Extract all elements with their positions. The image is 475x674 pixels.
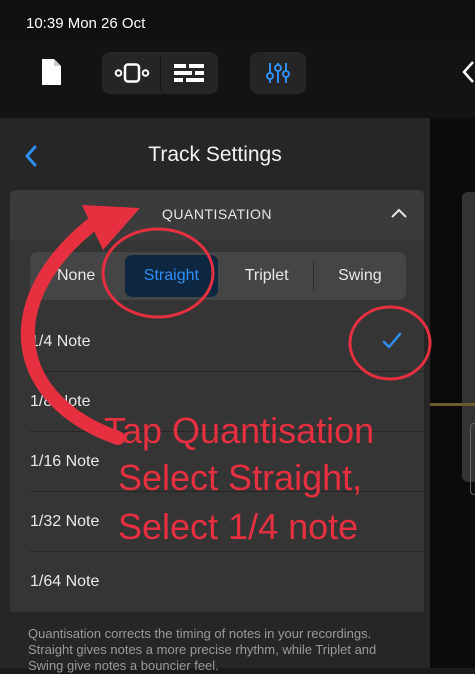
segment-swing[interactable]: Swing bbox=[314, 252, 406, 300]
note-label: 1/32 Note bbox=[30, 513, 100, 530]
view-toggle-group bbox=[102, 52, 218, 94]
note-row-sixtyfourth[interactable]: 1/64 Note bbox=[10, 552, 424, 612]
loop-browser-icon[interactable] bbox=[114, 63, 150, 83]
page-title: Track Settings bbox=[148, 143, 282, 166]
panel-header: Track Settings bbox=[0, 118, 430, 188]
toolbar bbox=[0, 40, 475, 118]
note-label: 1/8 Note bbox=[30, 393, 91, 410]
quantisation-footer: Quantisation corrects the timing of note… bbox=[0, 612, 430, 673]
chevron-up-icon[interactable] bbox=[390, 207, 408, 219]
note-label: 1/16 Note bbox=[30, 453, 100, 470]
annotation-line-3: Select 1/4 note bbox=[118, 506, 359, 547]
annotation-line-1: Tap Quantisation bbox=[104, 410, 375, 451]
status-bar: 10:39 Mon 26 Oct bbox=[0, 0, 475, 40]
annotation-line-2: Select Straight, bbox=[118, 457, 363, 498]
chevron-left-icon[interactable] bbox=[461, 60, 475, 84]
tracks-area bbox=[430, 118, 475, 668]
track-control bbox=[470, 423, 475, 495]
note-label: 1/64 Note bbox=[30, 573, 100, 590]
document-icon[interactable] bbox=[40, 58, 62, 86]
note-row-quarter[interactable]: 1/4 Note bbox=[10, 312, 424, 372]
footer-description: Quantisation corrects the timing of note… bbox=[28, 626, 377, 673]
segment-none[interactable]: None bbox=[30, 252, 122, 300]
segment-straight[interactable]: Straight bbox=[125, 255, 218, 297]
mixer-button[interactable] bbox=[250, 52, 306, 94]
toolbar-divider bbox=[160, 56, 161, 90]
segment-triplet[interactable]: Triplet bbox=[221, 252, 313, 300]
quantisation-header[interactable]: QUANTISATION bbox=[10, 190, 424, 240]
tracks-view-icon[interactable] bbox=[174, 64, 204, 82]
track-settings-panel: Track Settings QUANTISATION None Straigh… bbox=[0, 118, 430, 668]
section-title: QUANTISATION bbox=[162, 206, 272, 222]
mixer-sliders-icon bbox=[266, 63, 290, 83]
playhead-line bbox=[430, 403, 475, 406]
status-time: 10:39 Mon 26 Oct bbox=[26, 15, 146, 32]
checkmark-icon bbox=[382, 332, 402, 349]
note-label: 1/4 Note bbox=[30, 333, 91, 350]
quantisation-segmented-control: None Straight Triplet Swing bbox=[30, 252, 406, 300]
